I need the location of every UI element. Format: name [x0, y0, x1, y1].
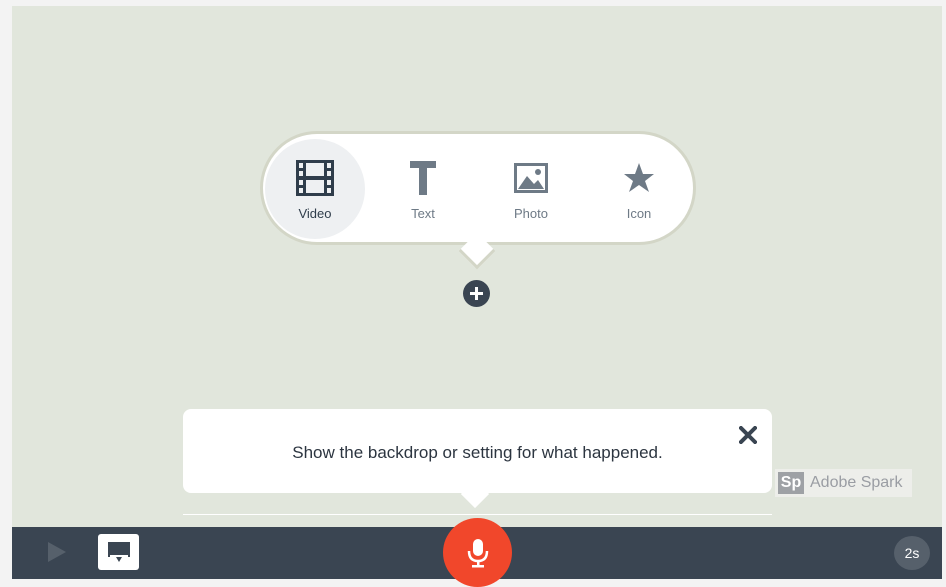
option-icon-label: Icon	[626, 205, 652, 221]
hint-text: Show the backdrop or setting for what ha…	[292, 443, 663, 462]
hint-close-button[interactable]	[736, 423, 760, 447]
play-icon	[47, 541, 67, 563]
option-text[interactable]: Text	[373, 139, 473, 239]
option-text-label: Text	[411, 205, 435, 221]
image-icon	[511, 158, 551, 198]
option-photo[interactable]: Photo	[481, 139, 581, 239]
add-content-button[interactable]	[463, 280, 490, 307]
hint-tooltip: Show the backdrop or setting for what ha…	[183, 409, 772, 493]
close-icon	[739, 426, 757, 444]
star-icon	[619, 158, 659, 198]
brand-name: Adobe Spark	[810, 474, 903, 491]
slide-duration-badge[interactable]: 2s	[894, 536, 930, 570]
option-video[interactable]: Video	[265, 139, 365, 239]
brand-logo: Sp	[778, 472, 804, 494]
record-voice-button[interactable]	[443, 518, 512, 587]
film-icon	[295, 158, 335, 198]
text-icon	[403, 158, 443, 198]
caption-icon	[107, 541, 131, 563]
branding-watermark: Sp Adobe Spark	[775, 469, 912, 497]
divider	[183, 514, 772, 515]
plus-icon	[470, 287, 483, 300]
option-photo-label: Photo	[514, 205, 548, 221]
play-button[interactable]	[46, 540, 68, 564]
microphone-icon	[467, 538, 489, 568]
option-icon[interactable]: Icon	[589, 139, 689, 239]
caption-button[interactable]	[98, 534, 139, 570]
option-video-label: Video	[298, 205, 332, 221]
